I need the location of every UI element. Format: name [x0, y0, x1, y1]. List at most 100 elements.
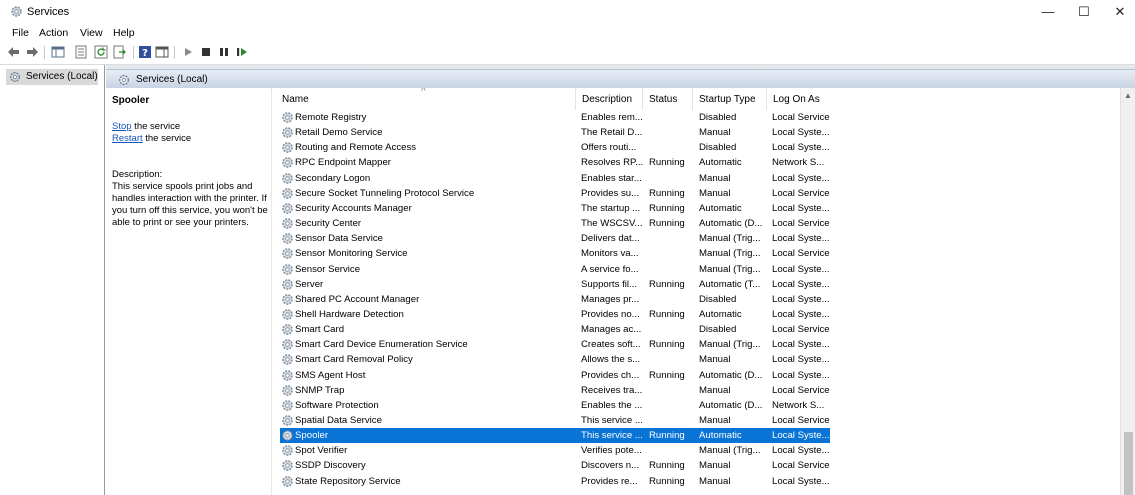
service-status-cell: Running [649, 308, 685, 320]
pause-service-icon[interactable] [217, 45, 231, 59]
service-gear-icon [282, 218, 293, 229]
service-row[interactable]: Software Protection Enables the ... Automa… [280, 398, 830, 413]
service-row[interactable]: Secure Socket Tunneling Protocol Service… [280, 186, 830, 201]
service-name-cell: Sensor Data Service [295, 233, 383, 245]
services-gear-icon [11, 6, 22, 17]
scroll-up-arrow-icon[interactable]: ▲ [1124, 91, 1132, 100]
service-row[interactable]: Security Accounts Manager The startup ...… [280, 201, 830, 216]
service-startup-cell: Manual [699, 172, 731, 184]
stop-service-link[interactable]: Stop [112, 121, 132, 132]
service-name-cell: Sensor Service [295, 263, 361, 275]
service-description-cell: Provides re... [581, 475, 638, 487]
column-header-name[interactable]: ^ Name [272, 88, 577, 110]
column-header-status[interactable]: Status [642, 88, 693, 110]
export-list-icon[interactable] [113, 45, 127, 59]
service-gear-icon [282, 415, 293, 426]
service-name-cell: Spot Verifier [295, 445, 348, 457]
service-row[interactable]: Sensor Monitoring Service Monitors va... M… [280, 246, 830, 261]
service-logon-cell: Local Service [772, 248, 830, 260]
service-row[interactable]: Remote Registry Enables rem... Disabled Loc… [280, 110, 830, 125]
service-name-cell: Smart Card Removal Policy [295, 354, 413, 366]
service-status-cell: Running [649, 202, 685, 214]
tree-item-services-local[interactable]: Services (Local) [6, 69, 98, 85]
service-description-cell: This service ... [581, 415, 643, 426]
service-row[interactable]: SNMP Trap Receives tra... Manual Local Serv… [280, 383, 830, 398]
service-status-cell: Running [649, 475, 685, 487]
service-logon-cell: Local Syste... [772, 293, 830, 305]
service-gear-icon [282, 354, 293, 366]
service-startup-cell: Manual [699, 460, 731, 472]
service-row[interactable]: Server Supports fil... Running Automatic (T… [280, 277, 830, 292]
service-row[interactable]: Sensor Service A service fo... Manual (Tri… [280, 262, 830, 277]
service-row[interactable]: Secondary Logon Enables star... Manual Loca… [280, 171, 830, 186]
service-gear-icon [282, 172, 293, 184]
service-gear-icon [282, 233, 293, 244]
minimize-button[interactable]: — [1031, 0, 1065, 24]
scrollbar-thumb[interactable] [1124, 432, 1133, 495]
column-header-startup-type[interactable]: Startup Type [692, 88, 767, 110]
service-row[interactable]: Spot Verifier Verifies pote... Manual (Tri… [280, 443, 830, 458]
service-startup-cell: Manual [699, 187, 731, 199]
service-description-cell: Verifies pote... [581, 445, 642, 457]
service-row[interactable]: Smart Card Removal Policy Allows the s...… [280, 352, 830, 367]
column-header-logon-label: Log On As [773, 94, 820, 105]
service-row[interactable]: Spatial Data Service This service ... Manu… [280, 413, 830, 428]
service-row[interactable]: Smart Card Device Enumeration Service Cre… [280, 337, 830, 352]
service-name-cell: Shell Hardware Detection [295, 308, 404, 320]
column-header-description[interactable]: Description [575, 88, 642, 110]
service-logon-cell: Local Syste... [772, 263, 830, 275]
service-description-cell: Manages pr... [581, 293, 640, 305]
service-row[interactable]: Retail Demo Service The Retail D... Manual… [280, 125, 830, 140]
service-row[interactable]: Sensor Data Service Delivers dat... Manual… [280, 231, 830, 246]
close-button[interactable]: ✕ [1103, 0, 1135, 24]
menu-view[interactable]: View [80, 27, 103, 39]
stop-service-icon[interactable] [199, 45, 213, 59]
menu-file[interactable]: File [12, 27, 29, 39]
toolbar: ? [0, 42, 1135, 65]
service-name-cell: RPC Endpoint Mapper [295, 157, 391, 169]
service-status-cell: Running [649, 157, 685, 169]
service-name-cell: Remote Registry [295, 112, 367, 123]
help-icon[interactable]: ? [138, 45, 152, 59]
service-logon-cell: Local Syste... [772, 233, 830, 245]
menu-bar: File Action View Help [0, 24, 1135, 42]
column-header-log-on-as[interactable]: Log On As [766, 88, 831, 110]
service-row[interactable]: SMS Agent Host Provides ch... Running Autom… [280, 368, 830, 383]
back-arrow-icon[interactable] [7, 45, 21, 59]
service-name-cell: Smart Card Device Enumeration Service [295, 339, 468, 351]
service-gear-icon [282, 445, 293, 457]
service-row[interactable]: Security Center The WSCSV... Running Automa… [280, 216, 830, 231]
extended-description-pane: Spooler Stop the service Restart the ser… [106, 88, 271, 495]
vertical-scrollbar[interactable]: ▲ [1120, 88, 1135, 495]
service-name-cell: SNMP Trap [295, 384, 345, 396]
restart-service-icon[interactable] [235, 45, 249, 59]
show-hide-action-pane-icon[interactable] [155, 45, 169, 59]
sort-ascending-icon: ^ [421, 88, 426, 97]
menu-help[interactable]: Help [113, 27, 135, 39]
service-description-cell: Receives tra... [581, 384, 643, 396]
service-logon-cell: Network S... [772, 399, 825, 411]
service-row[interactable]: Spooler This service ... Running Automatic L… [280, 428, 830, 444]
menu-action[interactable]: Action [39, 27, 68, 39]
service-row[interactable]: Smart Card Manages ac... Disabled Local Ser… [280, 322, 830, 337]
svg-text:?: ? [142, 48, 148, 59]
service-row[interactable]: Shell Hardware Detection Provides no... Ru… [280, 307, 830, 322]
service-logon-cell: Local Service [772, 460, 830, 472]
start-service-icon[interactable] [181, 45, 195, 59]
forward-arrow-icon[interactable] [25, 45, 39, 59]
service-description-cell: Resolves RP... [581, 157, 643, 169]
service-description-cell: Allows the s... [581, 354, 641, 366]
properties-icon[interactable] [74, 45, 88, 59]
service-row[interactable]: RPC Endpoint Mapper Resolves RP... Running… [280, 155, 830, 170]
service-description-cell: The Retail D... [581, 127, 643, 139]
service-description-cell: This service ... [581, 430, 643, 442]
service-row[interactable]: SSDP Discovery Discovers n... Running Manua… [280, 458, 830, 473]
refresh-icon[interactable] [94, 45, 108, 59]
restart-service-link[interactable]: Restart [112, 133, 143, 144]
services-gear-icon [119, 75, 129, 85]
service-row[interactable]: Shared PC Account Manager Manages pr... Di… [280, 292, 830, 307]
service-row[interactable]: State Repository Service Provides re... Ru… [280, 474, 830, 489]
console-tree-icon[interactable] [51, 45, 65, 59]
maximize-button[interactable]: ☐ [1067, 0, 1101, 24]
service-row[interactable]: Routing and Remote Access Offers routi...… [280, 140, 830, 155]
